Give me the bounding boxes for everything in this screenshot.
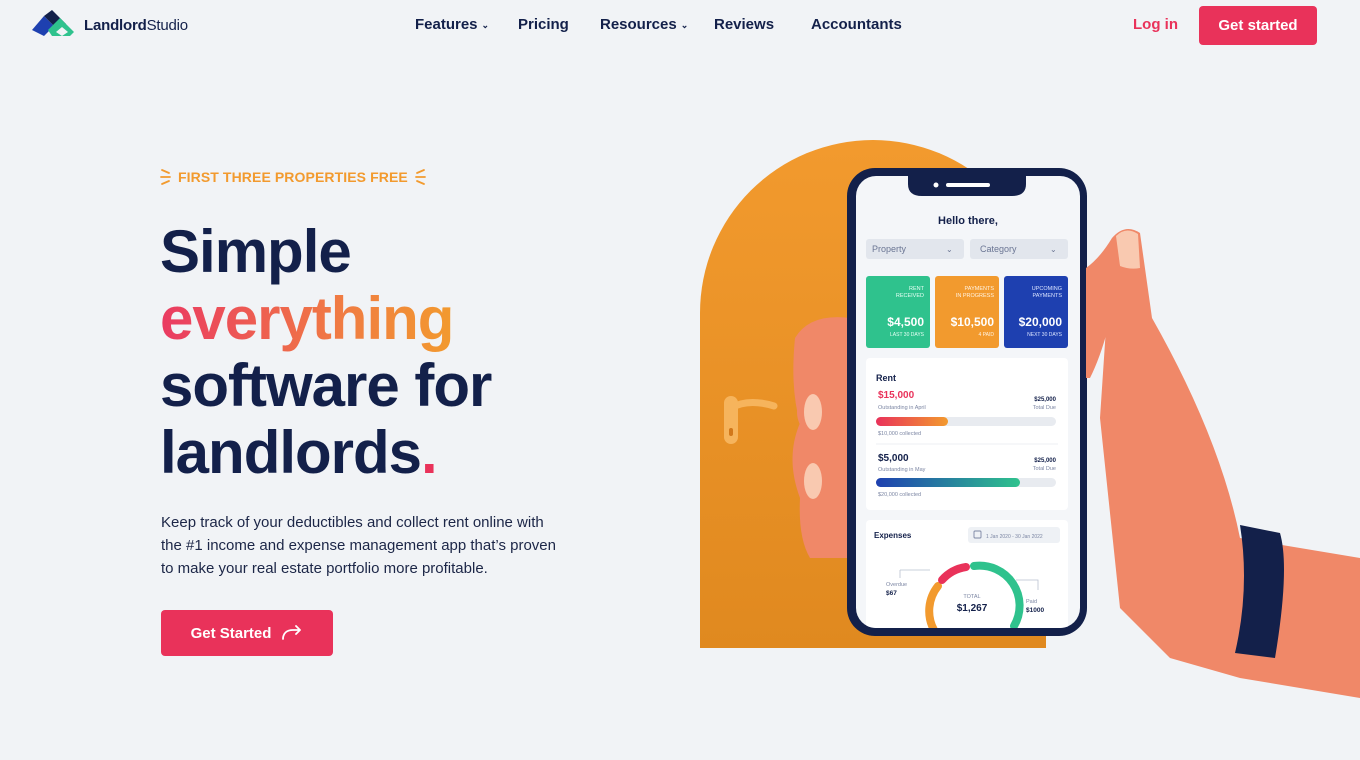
rent-row-1-amount: $15,000 (878, 390, 915, 401)
svg-text:NEXT 30 DAYS: NEXT 30 DAYS (1027, 332, 1062, 338)
property-filter-label: Property (872, 244, 907, 254)
rent-row-2-total: $25,000 (1034, 458, 1056, 464)
rent-title: Rent (876, 373, 896, 383)
phone-screen: Hello there, Property ⌄ Category ⌄ RENT … (866, 215, 1068, 628)
svg-text:$20,000: $20,000 (1019, 315, 1063, 329)
chevron-down-icon: ⌄ (680, 20, 689, 30)
stat-card-upcoming-payments: UPCOMING PAYMENTS $20,000 NEXT 30 DAYS (1004, 276, 1068, 348)
svg-text:RECEIVED: RECEIVED (896, 293, 924, 299)
spark-right-icon (414, 169, 426, 185)
chevron-down-icon: ⌄ (481, 20, 490, 30)
login-link[interactable]: Log in (1133, 16, 1178, 33)
rent-row-1-progress (876, 417, 948, 426)
rent-row-2-collected: $20,000 collected (878, 492, 921, 498)
paid-value: $1000 (1026, 607, 1044, 614)
stat-card-payments-in-progress: PAYMENTS IN PROGRESS $10,500 4 PAID (935, 276, 999, 348)
promo-eyebrow: FIRST THREE PROPERTIES FREE (160, 168, 426, 186)
headline-line-1: Simple (160, 218, 352, 285)
hero-headline: Simple everything software for landlords… (160, 218, 492, 486)
nav-label: Pricing (518, 16, 569, 33)
svg-text:IN PROGRESS: IN PROGRESS (956, 293, 995, 299)
rent-row-1-total-label: Total Due (1033, 405, 1056, 411)
greeting: Hello there, (938, 215, 998, 227)
rent-row-2-note: Outstanding in May (878, 467, 926, 473)
nav-resources[interactable]: Resources ⌄ (600, 16, 688, 33)
nav-pricing[interactable]: Pricing (518, 16, 569, 33)
cta-label: Get Started (190, 624, 272, 642)
paid-label: Paid (1026, 599, 1037, 605)
svg-text:$4,500: $4,500 (887, 315, 924, 329)
nav-label: Features (415, 16, 478, 33)
arrow-turn-right-icon (282, 625, 302, 640)
svg-text:PAYMENTS: PAYMENTS (965, 286, 995, 292)
nav-label: Resources (600, 16, 677, 33)
donut-total-value: $1,267 (957, 603, 988, 614)
promo-text: FIRST THREE PROPERTIES FREE (178, 169, 408, 185)
svg-text:PAYMENTS: PAYMENTS (1033, 293, 1063, 299)
nav-accountants[interactable]: Accountants (811, 16, 902, 33)
overdue-label: Overdue (886, 582, 907, 588)
chevron-down-icon: ⌄ (946, 245, 953, 254)
svg-text:$10,500: $10,500 (951, 315, 995, 329)
overdue-value: $67 (886, 590, 897, 597)
headline-line-2: everything (160, 285, 454, 352)
svg-text:RENT: RENT (909, 286, 925, 292)
nav-features[interactable]: Features ⌄ (415, 16, 489, 33)
get-started-button[interactable]: Get Started (161, 610, 333, 656)
app-phone-illustration: Hello there, Property ⌄ Category ⌄ RENT … (700, 140, 1360, 698)
site-header: LandlordStudio Features ⌄ Pricing Resour… (0, 0, 1360, 52)
svg-text:LAST 30 DAYS: LAST 30 DAYS (890, 332, 925, 338)
svg-text:UPCOMING: UPCOMING (1032, 286, 1062, 292)
headline-line-4: landlords (160, 419, 422, 486)
expenses-title: Expenses (874, 531, 912, 540)
nav-reviews[interactable]: Reviews (714, 16, 774, 33)
donut-total-label: TOTAL (963, 594, 980, 600)
rent-row-2-progress (876, 478, 1020, 487)
rent-row-2-amount: $5,000 (878, 453, 909, 464)
spark-left-icon (160, 169, 171, 185)
date-range-text: 1 Jan 2020 - 30 Jan 2022 (986, 534, 1043, 540)
chevron-down-icon: ⌄ (1050, 245, 1057, 254)
headline-dot: . (421, 419, 438, 486)
nav-label: Accountants (811, 16, 902, 33)
rent-row-1-total: $25,000 (1034, 397, 1056, 403)
get-started-button-header[interactable]: Get started (1199, 6, 1317, 45)
svg-text:4 PAID: 4 PAID (979, 332, 995, 338)
rent-row-2-total-label: Total Due (1033, 466, 1056, 472)
nav-label: Reviews (714, 16, 775, 33)
hero-subtext: Keep track of your deductibles and colle… (161, 514, 556, 577)
headline-line-3: software for (160, 352, 492, 419)
rent-row-1-note: Outstanding in April (878, 405, 926, 411)
category-filter-label: Category (980, 244, 1017, 254)
rent-row-1-collected: $10,000 collected (878, 431, 921, 437)
stat-card-rent-received: RENT RECEIVED $4,500 LAST 30 DAYS (866, 276, 930, 348)
